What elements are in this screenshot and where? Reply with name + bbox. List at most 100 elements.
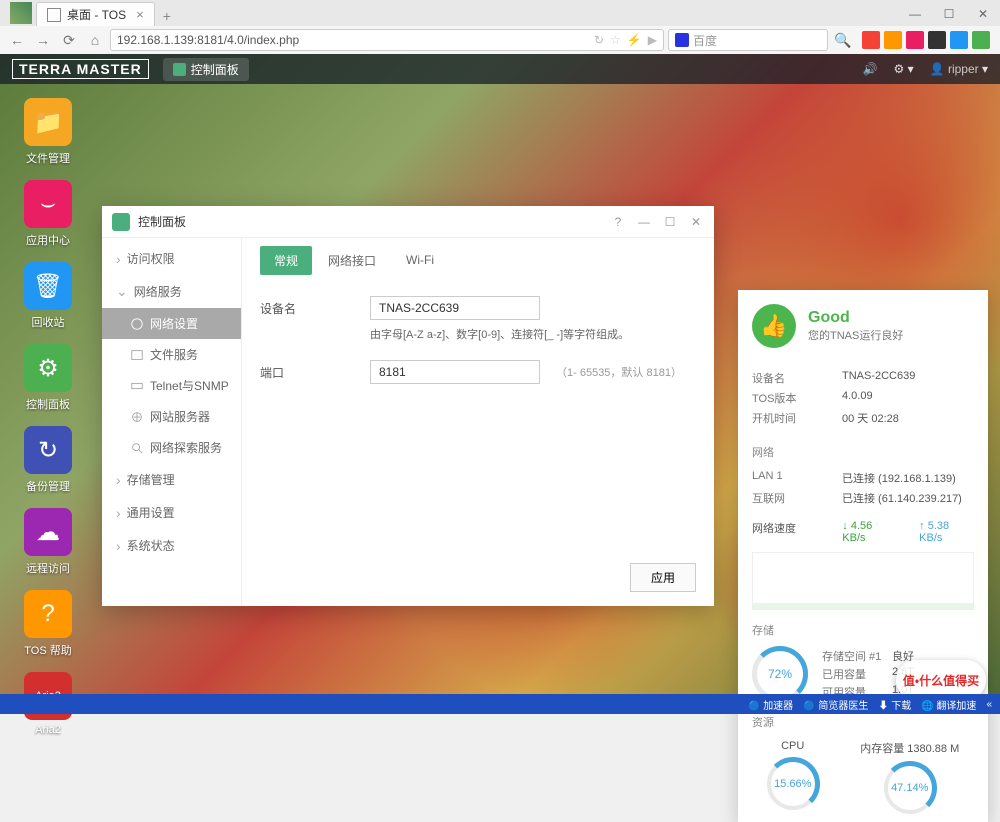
search-icon[interactable]: 🔍 bbox=[832, 29, 854, 51]
desktop: TERRA MASTER 控制面板 🔊 ⚙ ▾ 👤 ripper ▾ 📁文件管理… bbox=[0, 54, 1000, 714]
bolt-icon[interactable]: ⚡ bbox=[627, 33, 642, 47]
device-name-label: 设备名 bbox=[260, 300, 370, 317]
home-icon[interactable]: ⌂ bbox=[84, 29, 106, 51]
network-chart bbox=[752, 552, 974, 610]
forward-icon[interactable]: → bbox=[32, 29, 54, 51]
app-icon: ↻ bbox=[24, 426, 72, 474]
upload-speed: ↑ 5.38 KB/s bbox=[919, 520, 974, 544]
app-label: Aria2 bbox=[35, 724, 61, 736]
sidebar-item-web-server[interactable]: 网站服务器 bbox=[102, 401, 241, 432]
app-icon: ⌣ bbox=[24, 180, 72, 228]
ext-icon[interactable] bbox=[928, 31, 946, 49]
tab-wifi[interactable]: Wi-Fi bbox=[392, 247, 448, 273]
extension-icons bbox=[858, 31, 994, 49]
maximize-icon[interactable]: ☐ bbox=[662, 215, 678, 229]
sidebar-item-file-service[interactable]: 文件服务 bbox=[102, 339, 241, 370]
device-name-input[interactable] bbox=[370, 296, 540, 320]
window-icon bbox=[112, 213, 130, 231]
desktop-icon-2[interactable]: 🗑 回收站 bbox=[18, 262, 78, 330]
gear-icon[interactable]: ⚙ ▾ bbox=[894, 62, 914, 76]
sidebar-group-general[interactable]: 通用设置 bbox=[102, 496, 241, 529]
minimize-icon[interactable]: — bbox=[898, 2, 932, 26]
sidebar-group-access[interactable]: 访问权限 bbox=[102, 242, 241, 275]
taskbar-item[interactable]: ⬇ 下载 bbox=[878, 697, 911, 712]
desktop-icon-0[interactable]: 📁文件管理 bbox=[18, 98, 78, 166]
desktop-icon-5[interactable]: ☁ 远程访问 bbox=[18, 508, 78, 576]
app-label: 远程访问 bbox=[26, 560, 70, 576]
ext-icon[interactable] bbox=[884, 31, 902, 49]
play-icon[interactable]: ▶ bbox=[648, 33, 657, 47]
desktop-icon-6[interactable]: ? TOS 帮助 bbox=[18, 590, 78, 658]
network-header: 网络 bbox=[738, 438, 988, 462]
back-icon[interactable]: ← bbox=[6, 29, 28, 51]
control-panel-icon bbox=[173, 63, 186, 76]
profile-avatar[interactable] bbox=[10, 2, 32, 24]
app-label: 文件管理 bbox=[26, 150, 70, 166]
search-box[interactable]: 百度 bbox=[668, 29, 828, 51]
star-icon[interactable]: ☆ bbox=[610, 33, 621, 47]
sidebar-item-network-discovery[interactable]: 网络探索服务 bbox=[102, 432, 241, 463]
memory-label: 内存容量 1380.88 M bbox=[860, 740, 959, 756]
maximize-icon[interactable]: ☐ bbox=[932, 2, 966, 26]
thumbs-up-icon: 👍 bbox=[752, 304, 796, 348]
action-icon[interactable]: ↻ bbox=[594, 33, 604, 47]
user-menu[interactable]: 👤 ripper ▾ bbox=[930, 62, 988, 76]
cpu-label: CPU bbox=[767, 740, 819, 752]
app-icon: ☁ bbox=[24, 508, 72, 556]
tab-close-icon[interactable]: × bbox=[136, 7, 144, 22]
app-label: 应用中心 bbox=[26, 232, 70, 248]
browser-chrome: 桌面 - TOS × + — ☐ ✕ ← → ⟳ ⌂ 192.168.1.139… bbox=[0, 0, 1000, 54]
ext-icon[interactable] bbox=[972, 31, 990, 49]
window-title: 控制面板 bbox=[138, 213, 186, 230]
close-icon[interactable]: ✕ bbox=[966, 2, 1000, 26]
sidebar-group-network[interactable]: 网络服务 bbox=[102, 275, 241, 308]
sidebar-group-system[interactable]: 系统状态 bbox=[102, 529, 241, 562]
browser-tab[interactable]: 桌面 - TOS × bbox=[36, 2, 155, 26]
app-icon: ? bbox=[24, 590, 72, 638]
help-icon[interactable]: ? bbox=[610, 215, 626, 229]
apply-button[interactable]: 应用 bbox=[630, 563, 696, 592]
sidebar-item-network-settings[interactable]: 网络设置 bbox=[102, 308, 241, 339]
desktop-icon-4[interactable]: ↻ 备份管理 bbox=[18, 426, 78, 494]
port-hint: （1- 65535，默认 8181） bbox=[556, 364, 682, 380]
app-label: 备份管理 bbox=[26, 478, 70, 494]
tab-general[interactable]: 常规 bbox=[260, 246, 312, 275]
ext-icon[interactable] bbox=[906, 31, 924, 49]
tab-bar: 桌面 - TOS × + — ☐ ✕ bbox=[0, 0, 1000, 26]
address-bar: ← → ⟳ ⌂ 192.168.1.139:8181/4.0/index.php… bbox=[0, 26, 1000, 54]
sidebar-group-storage[interactable]: 存储管理 bbox=[102, 463, 241, 496]
close-icon[interactable]: ✕ bbox=[688, 215, 704, 229]
tab-favicon bbox=[47, 8, 61, 22]
reload-icon[interactable]: ⟳ bbox=[58, 29, 80, 51]
windows-taskbar: 🔵 加速器 🔵 简览器医生 ⬇ 下载 🌐 翻译加速 « bbox=[0, 694, 1000, 714]
control-panel-window: 控制面板 ? — ☐ ✕ 访问权限 网络服务 网络设置 文件服务 Telnet与… bbox=[102, 206, 714, 606]
ext-icon[interactable] bbox=[862, 31, 880, 49]
storage-header: 存储 bbox=[738, 616, 988, 640]
volume-icon[interactable]: 🔊 bbox=[863, 62, 878, 76]
download-speed: ↓ 4.56 KB/s bbox=[842, 520, 897, 544]
window-titlebar[interactable]: 控制面板 ? — ☐ ✕ bbox=[102, 206, 714, 238]
desktop-icon-1[interactable]: ⌣ 应用中心 bbox=[18, 180, 78, 248]
url-input[interactable]: 192.168.1.139:8181/4.0/index.php ↻ ☆ ⚡ ▶ bbox=[110, 29, 664, 51]
tab-network-interface[interactable]: 网络接口 bbox=[314, 246, 390, 275]
url-text: 192.168.1.139:8181/4.0/index.php bbox=[117, 33, 299, 47]
taskbar-item[interactable]: 🔵 简览器医生 bbox=[803, 697, 868, 712]
desktop-icon-3[interactable]: ⚙控制面板 bbox=[18, 344, 78, 412]
taskbar-expand[interactable]: « bbox=[986, 699, 992, 710]
taskbar-item[interactable]: 🌐 翻译加速 bbox=[921, 697, 976, 712]
baidu-icon bbox=[675, 33, 689, 47]
app-label: 回收站 bbox=[32, 314, 65, 330]
new-tab-button[interactable]: + bbox=[155, 6, 179, 26]
tab-bar: 常规 网络接口 Wi-Fi bbox=[260, 242, 696, 278]
app-label: TOS 帮助 bbox=[24, 642, 71, 658]
app-icon: 🗑 bbox=[24, 262, 72, 310]
ext-icon[interactable] bbox=[950, 31, 968, 49]
port-input[interactable] bbox=[370, 360, 540, 384]
taskbar-item[interactable]: 🔵 加速器 bbox=[748, 697, 793, 712]
control-panel-pill[interactable]: 控制面板 bbox=[163, 58, 249, 81]
minimize-icon[interactable]: — bbox=[636, 215, 652, 229]
sidebar-item-telnet-snmp[interactable]: Telnet与SNMP bbox=[102, 370, 241, 401]
app-icon: ⚙ bbox=[24, 344, 72, 392]
memory-ring: 47.14% bbox=[884, 762, 936, 814]
port-label: 端口 bbox=[260, 364, 370, 381]
